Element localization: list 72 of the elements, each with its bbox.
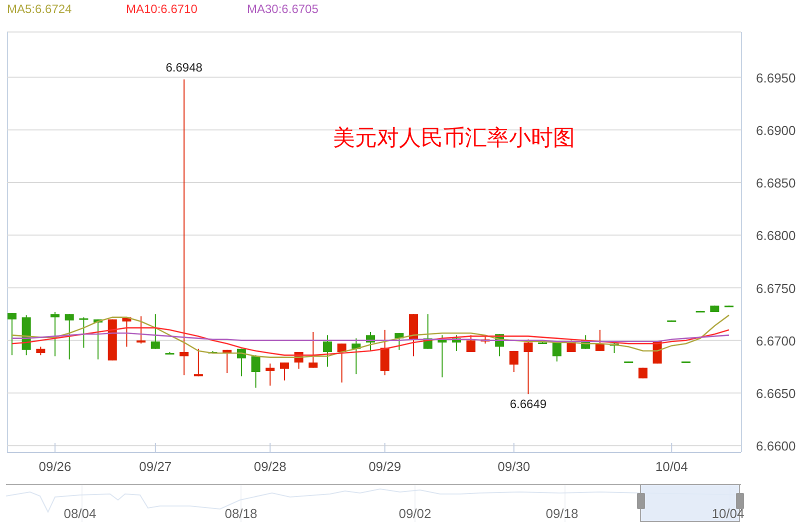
- candlestick: [624, 360, 634, 363]
- y-axis-label: 6.6700: [756, 333, 796, 348]
- navigator-date-label: 10/04: [712, 506, 744, 521]
- candlestick: [36, 346, 46, 356]
- candlestick: [480, 334, 490, 344]
- candlestick: [524, 338, 533, 395]
- x-axis-label: 09/28: [254, 459, 286, 474]
- legend-label: MA5:6.6724: [7, 1, 73, 17]
- candlestick: [495, 334, 504, 357]
- candlestick: [595, 329, 604, 352]
- candlestick: [136, 316, 146, 344]
- legend-label: MA30:6.6705: [247, 1, 320, 17]
- candlestick: [380, 329, 390, 376]
- navigator-date-label: 08/04: [64, 506, 96, 521]
- y-axis-label: 6.6850: [756, 176, 796, 191]
- range-handle[interactable]: [736, 493, 744, 509]
- range-handle[interactable]: [637, 493, 645, 509]
- candlestick: [236, 348, 246, 377]
- x-axis-label: 10/04: [655, 459, 688, 474]
- candlestick: [322, 334, 332, 368]
- candlestick: [8, 312, 16, 356]
- candlestick: [667, 320, 676, 322]
- navigator-date-label: 09/18: [546, 506, 578, 521]
- candlestick: [438, 334, 447, 378]
- navigator-date-label: 09/02: [398, 506, 432, 521]
- y-axis-label: 6.6750: [756, 280, 796, 296]
- candlestick: [208, 350, 218, 354]
- candlestick: [294, 352, 304, 370]
- candlestick: [538, 340, 548, 344]
- candlestick: [194, 348, 203, 377]
- candlestick: [251, 354, 260, 388]
- y-axis-label: 6.6950: [756, 70, 796, 86]
- candlestick: [610, 342, 619, 354]
- candlestick: [394, 332, 404, 350]
- candlestick: [466, 334, 476, 352]
- candlestick: [222, 349, 232, 374]
- candlestick: [552, 342, 562, 362]
- candlestick: [308, 332, 318, 368]
- y-axis-label: 6.6800: [756, 228, 796, 244]
- candlestick: [366, 332, 375, 352]
- candlestick: [165, 352, 174, 355]
- candlestick: [50, 312, 60, 357]
- navigator-date-label: 08/18: [224, 506, 258, 521]
- y-axis-label: 6.6600: [756, 438, 796, 454]
- candlestick: [337, 343, 346, 384]
- candlestick: [94, 318, 103, 360]
- x-axis-label: 09/30: [498, 459, 530, 474]
- candlestick: [581, 334, 590, 350]
- price-label: 6.6948: [166, 60, 202, 74]
- candlestick: [122, 316, 132, 348]
- candlestick: [724, 305, 734, 308]
- candlestick: [64, 314, 74, 360]
- candlestick: [280, 362, 289, 381]
- x-axis-label: 09/29: [368, 459, 402, 474]
- candlestick: [681, 360, 690, 363]
- candlestick: [352, 338, 361, 375]
- x-axis-label: 09/27: [139, 459, 172, 474]
- y-axis-label: 6.6650: [756, 386, 796, 402]
- chart-title: 美元对人民币汇率小时图: [333, 125, 575, 150]
- y-axis-label: 6.6900: [756, 122, 796, 138]
- candlestick: [423, 314, 432, 350]
- candlestick: [79, 316, 88, 348]
- candlestick: [509, 350, 518, 372]
- candlestick: [266, 363, 275, 386]
- legend-label: MA10:6.6710: [126, 1, 198, 17]
- price-label: 6.6649: [510, 397, 547, 412]
- candlestick: [452, 334, 462, 352]
- candlestick: [710, 305, 720, 312]
- candlestick: [150, 314, 160, 350]
- x-axis-label: 09/26: [38, 459, 72, 474]
- candlestick: [696, 310, 705, 312]
- candlestick: [409, 314, 418, 357]
